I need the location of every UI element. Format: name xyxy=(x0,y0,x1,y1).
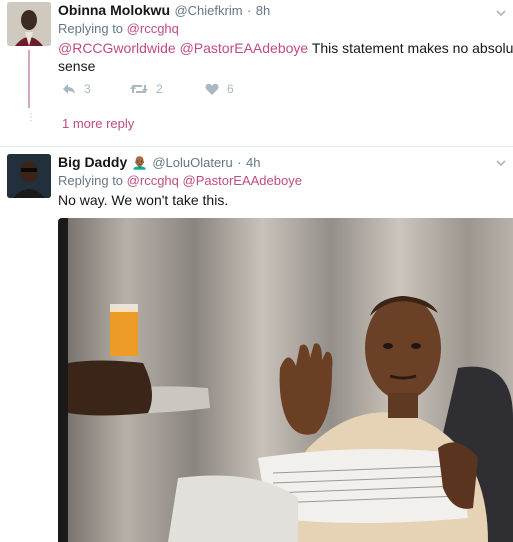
retweet-button[interactable]: 2 xyxy=(130,82,163,96)
avatar[interactable] xyxy=(7,154,51,198)
timestamp[interactable]: 8h xyxy=(256,3,270,18)
tweet-big-daddy: Big Daddy 👨🏾‍🦲 @LoluOlateru · 4h Replyin… xyxy=(0,148,513,542)
replying-to: Replying to @rccghq xyxy=(58,21,179,36)
user-handle[interactable]: @Chiefkrim xyxy=(174,3,242,18)
reply-count: 3 xyxy=(84,82,91,96)
tweet-thread-dots: ⋮ xyxy=(26,112,36,123)
chevron-down-icon[interactable] xyxy=(496,158,506,168)
avatar-image xyxy=(7,2,51,46)
replying-prefix: Replying to xyxy=(58,21,124,36)
retweet-count: 2 xyxy=(156,82,163,96)
mention-link[interactable]: @RCCGworldwide xyxy=(58,40,176,56)
tweet-media-image[interactable] xyxy=(58,218,513,542)
tweet-header: Obinna Molokwu @Chiefkrim · 8h xyxy=(58,2,270,20)
like-count: 6 xyxy=(227,82,234,96)
tweet-header: Big Daddy 👨🏾‍🦲 @LoluOlateru · 4h xyxy=(58,154,260,172)
replying-prefix: Replying to xyxy=(58,173,124,188)
tweet-text: No way. We won't take this. xyxy=(58,192,229,208)
retweet-icon xyxy=(130,85,148,93)
tweet-text-line2: sense xyxy=(58,58,96,74)
mention-link[interactable]: @PastorEAAdeboye xyxy=(180,40,309,56)
chevron-down-icon[interactable] xyxy=(496,8,506,18)
heart-icon xyxy=(205,83,219,95)
avatar[interactable] xyxy=(7,2,51,46)
separator-dot: · xyxy=(247,3,252,18)
divider xyxy=(0,146,513,147)
reply-icon xyxy=(63,84,75,94)
replying-to: Replying to @rccghq @PastorEAAdeboye xyxy=(58,173,302,188)
mention-link[interactable]: @rccghq xyxy=(127,173,179,188)
user-name[interactable]: Obinna Molokwu xyxy=(58,2,170,18)
thread-line xyxy=(28,50,30,108)
mention-link[interactable]: @rccghq xyxy=(127,21,179,36)
tweet-text-line1: This statement makes no absolute xyxy=(311,40,513,56)
user-name[interactable]: Big Daddy xyxy=(58,154,127,170)
reply-button[interactable]: 3 xyxy=(62,82,91,96)
more-replies-link[interactable]: 1 more reply xyxy=(62,116,134,131)
timestamp[interactable]: 4h xyxy=(246,155,260,170)
name-emoji: 👨🏾‍🦲 xyxy=(131,155,148,170)
photo-man-refusing-drink xyxy=(58,218,513,542)
mention-link[interactable]: @PastorEAAdeboye xyxy=(183,173,302,188)
avatar-image xyxy=(7,154,51,198)
tweet-text: @RCCGworldwide @PastorEAAdeboye This sta… xyxy=(58,39,513,58)
tweet-obinna: ⋮ Obinna Molokwu @Chiefkrim · 8h Replyin… xyxy=(0,0,513,148)
user-handle[interactable]: @LoluOlateru xyxy=(152,155,232,170)
tweet-actions: 3 2 6 xyxy=(58,82,258,100)
separator-dot: · xyxy=(237,155,242,170)
like-button[interactable]: 6 xyxy=(205,82,234,96)
